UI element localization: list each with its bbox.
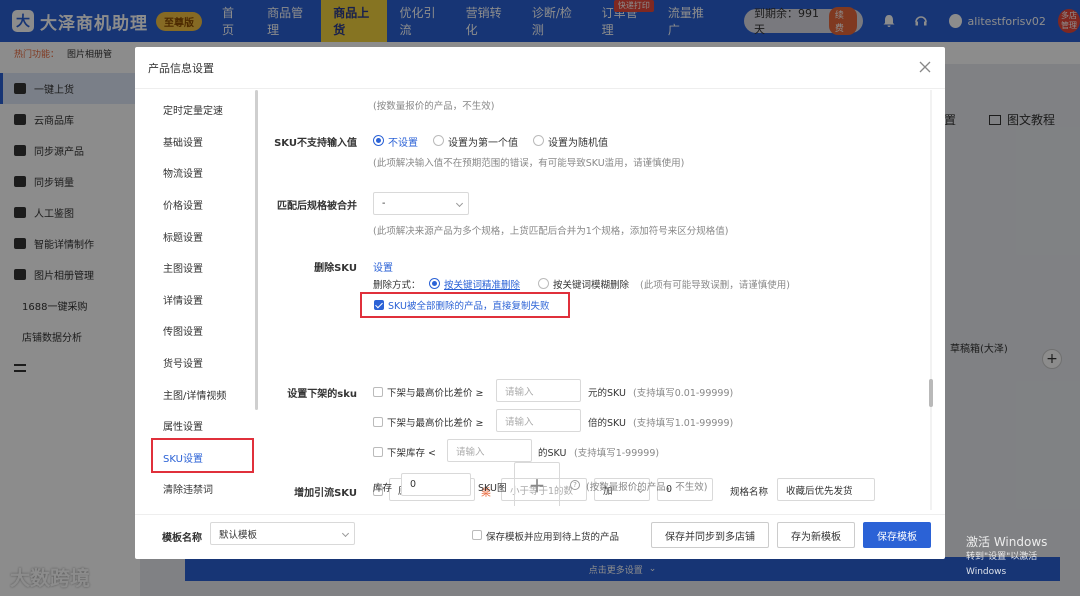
copy-fail-checkbox[interactable] [374,300,384,310]
merge-note: (此项解决来源产品为多个规格，上货匹配后合并为1个规格，添加符号来区分规格值) [373,226,729,237]
template-select-value: 默认模板 [219,529,258,541]
base-price-select-value: 原产品最低价 [398,485,456,497]
delist-price-diff-checkbox[interactable] [373,387,383,397]
settings-nav-item[interactable]: 传图设置 [135,315,255,347]
delist-price-diff-suffix: 元的SKU [588,388,626,399]
settings-nav-item[interactable]: 详情设置 [135,284,255,316]
dialog-header: 产品信息设置 [135,47,945,89]
radio-first-value-label[interactable]: 设置为第一个值 [448,134,518,149]
merge-select-value: - [382,198,386,209]
template-select[interactable]: 默认模板 [210,522,355,545]
radio-fuzzy-delete-label[interactable]: 按关键词模糊删除 [553,277,629,291]
settings-nav-scrollbar[interactable] [255,90,258,410]
settings-nav-item[interactable]: 标题设置 [135,220,255,252]
radio-random-value-label[interactable]: 设置为随机值 [548,134,608,149]
delist-price-diff-input[interactable]: 请输入 [496,379,581,402]
settings-content: (按数量报价的产品，不生效) SKU不支持输入值 不设置 设置为第一个值 设置为… [265,90,930,510]
chevron-down-icon [341,529,350,538]
spec-name-label: 规格名称 [730,487,769,498]
delist-label: 设置下架的sku [287,389,357,400]
chevron-down-icon [461,485,470,494]
dialog-title: 产品信息设置 [148,61,214,75]
copy-fail-label[interactable]: SKU被全部删除的产品，直接复制失败 [388,298,549,312]
sku-input-label: SKU不支持输入值 [274,138,357,149]
sku-input-note: (此项解决输入值不在预期范围的错误，有可能导致SKU滥用，请谨慎使用) [373,158,685,169]
spec-name-input[interactable]: 收藏后优先发货 [777,478,875,501]
radio-fuzzy-delete[interactable] [538,278,549,289]
radio-random-value[interactable] [533,135,544,146]
add-sku-checkbox[interactable] [373,486,383,496]
save-as-new-button[interactable]: 存为新模板 [777,522,855,548]
delist-stock-checkbox[interactable] [373,447,383,457]
settings-nav-item[interactable]: 定时定量定速 [135,94,255,126]
content-scrollbar-thumb[interactable] [929,379,933,407]
product-settings-dialog: 产品信息设置 定时定量定速 基础设置 物流设置 价格设置 标题设置 主图设置 详… [135,47,945,559]
operator-value-input[interactable]: 0 [657,478,713,501]
base-price-select[interactable]: 原产品最低价 [389,478,475,501]
template-name-label: 模板名称 [162,533,202,544]
radio-exact-delete-label[interactable]: 按关键词精准删除 [444,277,520,291]
quantity-pricing-note: (按数量报价的产品，不生效) [373,101,495,112]
radio-not-set[interactable] [373,135,384,146]
delist-ratio-label: 下架与最高价比差价 ≥ [387,418,484,429]
settings-nav-item[interactable]: 货号设置 [135,347,255,379]
delist-price-diff-label: 下架与最高价比差价 ≥ [387,388,484,399]
operator-select-value: 加 [603,485,613,497]
fuzzy-delete-note: (此项有可能导致误删，请谨慎使用) [640,280,790,291]
windows-activation-line2: 转到"设置"以激活 Windows [966,552,1038,577]
delist-stock-label: 下架库存 < [387,448,436,459]
merge-label: 匹配后规格被合并 [277,201,357,212]
factor-input[interactable]: 小于等于1的数 [501,478,587,501]
settings-nav-item[interactable]: 主图/详情视频 [135,378,255,410]
sku-nav-highlight [151,438,254,473]
save-sync-button[interactable]: 保存并同步到多店铺 [651,522,769,548]
settings-nav-item[interactable]: 清除违禁词 [135,473,255,505]
close-icon[interactable] [919,61,931,73]
merge-select[interactable]: - [373,192,469,215]
delist-ratio-checkbox[interactable] [373,417,383,427]
delete-sku-setting-link[interactable]: 设置 [373,259,393,274]
save-template-button[interactable]: 保存模板 [863,522,931,548]
delist-stock-note: (支持填写1-99999) [574,448,660,459]
chevron-down-icon [636,485,645,494]
settings-nav-item[interactable]: 主图设置 [135,252,255,284]
dialog-footer: 模板名称 默认模板 保存模板并应用到待上货的产品 保存并同步到多店铺 存为新模板… [135,514,945,559]
windows-activation-watermark: 激活 Windows 转到"设置"以激活 Windows [966,535,1080,580]
delete-method-label: 删除方式： [373,280,421,291]
chevron-down-icon [455,199,464,208]
delist-stock-input[interactable]: 请输入 [447,439,532,462]
delist-ratio-note: (支持填写1.01-99999) [633,418,734,429]
delist-price-diff-note: (支持填写0.01-99999) [633,388,734,399]
apply-template-checkbox[interactable] [472,530,482,540]
radio-first-value[interactable] [433,135,444,146]
windows-activation-line1: 激活 Windows [966,535,1048,549]
radio-exact-delete[interactable] [429,278,440,289]
add-sku-label: 增加引流SKU [294,488,357,499]
apply-template-label[interactable]: 保存模板并应用到待上货的产品 [486,529,619,543]
settings-nav-item[interactable]: 物流设置 [135,157,255,189]
settings-nav-item[interactable]: 价格设置 [135,189,255,221]
multiply-label: 乘 [481,488,491,499]
content-scrollbar-track [930,90,932,510]
delist-ratio-suffix: 倍的SKU [588,418,626,429]
delist-stock-suffix: 的SKU [538,448,567,459]
delete-sku-label: 删除SKU [314,263,357,274]
settings-nav-item[interactable]: 属性设置 [135,410,255,442]
operator-select[interactable]: 加 [594,478,650,501]
delist-ratio-input[interactable]: 请输入 [496,409,581,432]
settings-nav-item[interactable]: 基础设置 [135,126,255,158]
radio-not-set-label[interactable]: 不设置 [388,134,418,149]
